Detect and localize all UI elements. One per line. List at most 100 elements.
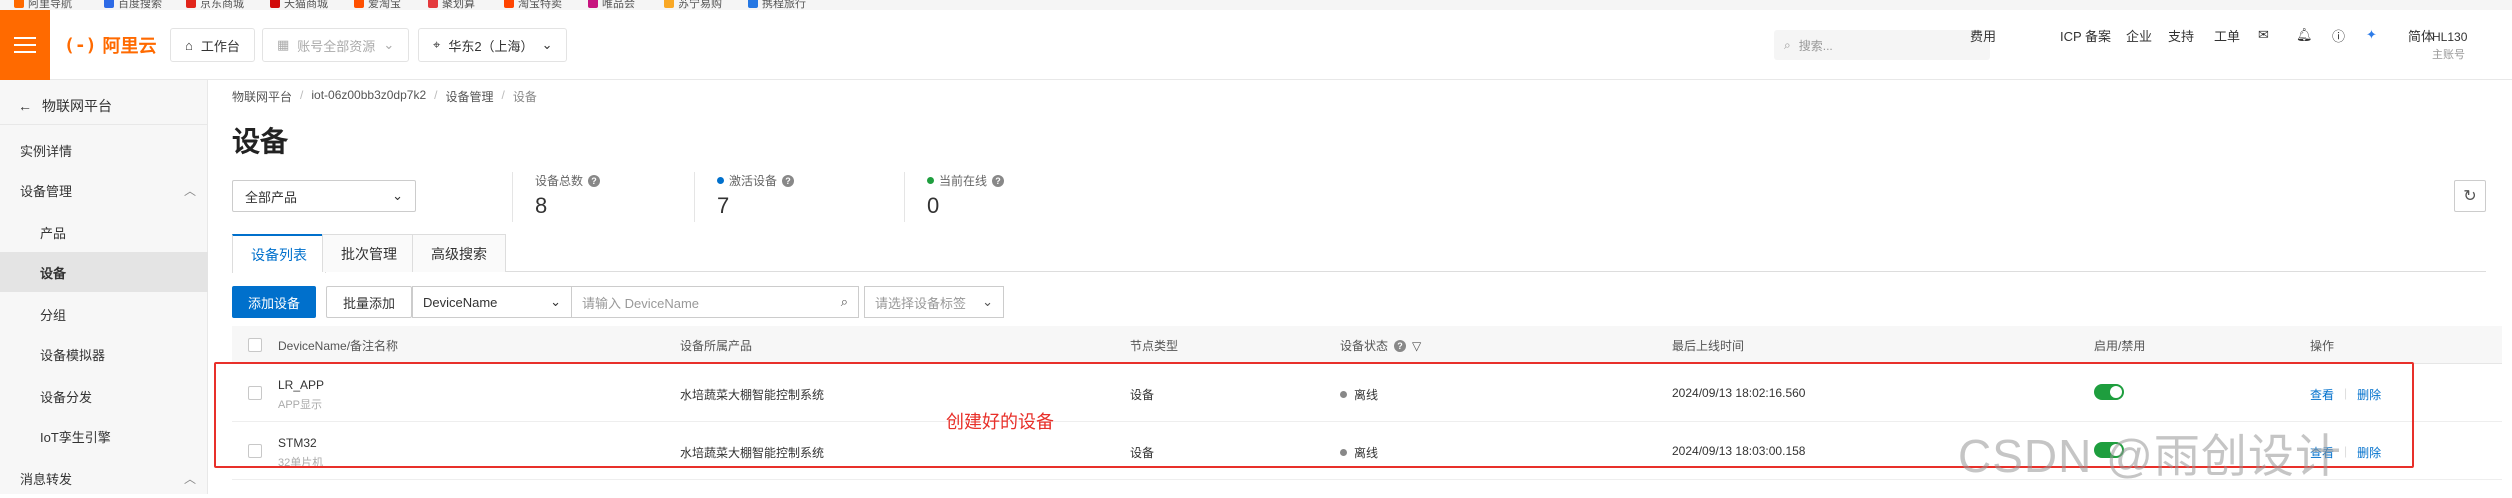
tab-batch-management[interactable]: 批次管理: [322, 234, 416, 272]
aliyun-logo[interactable]: (-) 阿里云: [64, 32, 157, 58]
top-link-ticket[interactable]: 工单: [2214, 26, 2240, 45]
grid-icon: ▦: [277, 37, 290, 52]
top-link-support[interactable]: 支持: [2168, 26, 2194, 45]
top-navigation: (-) 阿里云 ⌂ 工作台 ▦ 账号全部资源 ⌄ ⌖ 华东2（上海） ⌄ ⌕ 搜…: [0, 10, 2512, 80]
column-header-node-type: 节点类型: [1130, 339, 1179, 353]
annotation-label: 创建好的设备: [946, 412, 1054, 432]
breadcrumb-item[interactable]: 设备管理: [445, 88, 493, 105]
device-tag-select[interactable]: 请选择设备标签 ⌄: [864, 286, 1004, 318]
sidebar-group-message-forwarding[interactable]: 消息转发 ︿: [0, 458, 208, 498]
top-link-billing[interactable]: 费用: [1970, 26, 1996, 45]
chevron-down-icon: ⌄: [392, 188, 403, 203]
region-select[interactable]: ⌖ 华东2（上海） ⌄: [418, 28, 568, 62]
refresh-icon: ↻: [2463, 188, 2477, 205]
search-field-select[interactable]: DeviceName ⌄: [412, 286, 572, 318]
assistant-icon[interactable]: ✦: [2366, 27, 2377, 43]
user-name: HL130: [2432, 30, 2468, 44]
breadcrumb-current: 设备: [512, 90, 537, 104]
chevron-down-icon: ⌄: [541, 37, 553, 52]
tab-device-list[interactable]: 设备列表: [232, 234, 326, 273]
sidebar-item-group[interactable]: 分组: [0, 294, 208, 334]
column-header-status: 设备状态 ? ▽: [1340, 338, 1422, 354]
top-link-icp[interactable]: ICP 备案: [2060, 26, 2111, 45]
page-title: 设备: [232, 126, 289, 157]
help-icon[interactable]: ?: [1394, 339, 1407, 352]
bookmark-icon: [270, 0, 280, 8]
column-header-last-online: 最后上线时间: [1672, 339, 1745, 353]
tab-advanced-search[interactable]: 高级搜索: [412, 234, 506, 272]
chevron-down-icon: ⌄: [982, 294, 993, 309]
stat-value: 8: [535, 193, 548, 218]
bookmark-item[interactable]: 苏宁易购: [664, 0, 722, 10]
location-pin-icon: ⌖: [433, 37, 441, 52]
search-icon: ⌕: [1784, 37, 1791, 52]
language-switch[interactable]: 简体: [2408, 26, 2434, 45]
help-icon[interactable]: ?: [992, 174, 1005, 187]
bookmark-icon: [186, 0, 196, 8]
stat-online-devices: 当前在线? 0: [904, 172, 1005, 222]
bookmark-item[interactable]: 爱淘宝: [354, 0, 401, 10]
breadcrumb: 物联网平台 / iot-06z00bb3z0dp7k2/ 设备管理 / 设备: [232, 88, 537, 105]
refresh-button[interactable]: ↻: [2454, 180, 2486, 212]
hamburger-menu-button[interactable]: [0, 10, 50, 80]
search-icon: ⌕: [840, 294, 848, 309]
sidebar-item-iot-twin-engine[interactable]: IoT孪生引擎: [0, 416, 208, 456]
user-account-menu[interactable]: HL130 主账号: [2432, 28, 2467, 64]
device-name-search-input[interactable]: 请输入 DeviceName ⌕: [571, 286, 859, 318]
help-icon[interactable]: ⓘ: [2332, 26, 2345, 45]
aliyun-logo-icon: (-): [64, 34, 97, 56]
account-resource-select[interactable]: ▦ 账号全部资源 ⌄: [262, 28, 410, 62]
global-search-input[interactable]: ⌕ 搜索...: [1774, 30, 1990, 60]
select-all-checkbox[interactable]: [248, 338, 262, 352]
sidebar-item-device-simulator[interactable]: 设备模拟器: [0, 334, 208, 374]
bookmarks-bar: 阿里导航 百度搜索 京东商城 天猫商城 爱淘宝 聚划算 淘宝特卖 唯品会 苏宁易…: [0, 0, 2512, 10]
bookmark-icon: [664, 0, 674, 8]
chevron-down-icon: ⌄: [383, 37, 395, 52]
stat-total-devices: 设备总数? 8: [512, 172, 601, 222]
sidebar-group-device-management[interactable]: 设备管理 ︿: [0, 170, 208, 210]
help-icon[interactable]: ?: [782, 174, 795, 187]
activated-dot-icon: [717, 177, 724, 184]
workbench-button[interactable]: ⌂ 工作台: [170, 28, 255, 62]
product-filter-select[interactable]: 全部产品 ⌄: [232, 180, 416, 212]
arrow-left-icon: ←: [18, 98, 32, 114]
sidebar: ← 物联网平台 实例详情 设备管理 ︿ 产品 设备 分组 设备模拟器 设备分发 I…: [0, 80, 208, 494]
bell-icon[interactable]: 🔔︎: [2296, 27, 2313, 43]
bookmark-icon: [748, 0, 758, 8]
chevron-up-icon: ︿: [183, 471, 196, 486]
sidebar-item-device[interactable]: 设备: [0, 252, 208, 292]
breadcrumb-item[interactable]: iot-06z00bb3z0dp7k2: [311, 88, 426, 105]
column-header-devicename: DeviceName/备注名称: [278, 339, 399, 353]
bookmark-item[interactable]: 百度搜索: [104, 0, 162, 10]
filter-icon[interactable]: ▽: [1412, 339, 1421, 353]
bookmark-icon: [14, 0, 24, 8]
sidebar-item-instance-details[interactable]: 实例详情: [0, 130, 208, 170]
bookmark-item[interactable]: 淘宝特卖: [504, 0, 562, 10]
stat-value: 0: [927, 193, 940, 218]
top-link-enterprise[interactable]: 企业: [2126, 26, 2152, 45]
sidebar-item-product[interactable]: 产品: [0, 212, 208, 252]
bookmark-item[interactable]: 京东商城: [186, 0, 244, 10]
bookmark-item[interactable]: 唯品会: [588, 0, 635, 10]
bookmark-item[interactable]: 携程旅行: [748, 0, 806, 10]
message-icon[interactable]: ✉: [2258, 27, 2269, 43]
stat-activated-devices: 激活设备? 7: [694, 172, 795, 222]
chevron-down-icon: ⌄: [550, 294, 561, 309]
breadcrumb-item[interactable]: 物联网平台: [232, 88, 292, 105]
bookmark-icon: [588, 0, 598, 8]
sidebar-back-link[interactable]: ← 物联网平台: [18, 96, 112, 116]
sidebar-item-device-distribution[interactable]: 设备分发: [0, 376, 208, 416]
add-device-button[interactable]: 添加设备: [232, 286, 317, 318]
bookmark-icon: [354, 0, 364, 8]
stat-value: 7: [717, 193, 730, 218]
bookmark-icon: [504, 0, 514, 8]
bookmark-item[interactable]: 阿里导航: [14, 0, 72, 10]
bookmark-item[interactable]: 聚划算: [428, 0, 475, 10]
home-icon: ⌂: [185, 37, 193, 53]
table-header: DeviceName/备注名称 设备所属产品 节点类型 设备状态 ? ▽ 最后上…: [232, 326, 2502, 364]
bookmark-icon: [104, 0, 114, 8]
bookmark-item[interactable]: 天猫商城: [270, 0, 328, 10]
batch-add-button[interactable]: 批量添加: [326, 286, 413, 318]
csdn-watermark: CSDN @雨创设计: [1958, 430, 2342, 482]
help-icon[interactable]: ?: [588, 174, 601, 187]
